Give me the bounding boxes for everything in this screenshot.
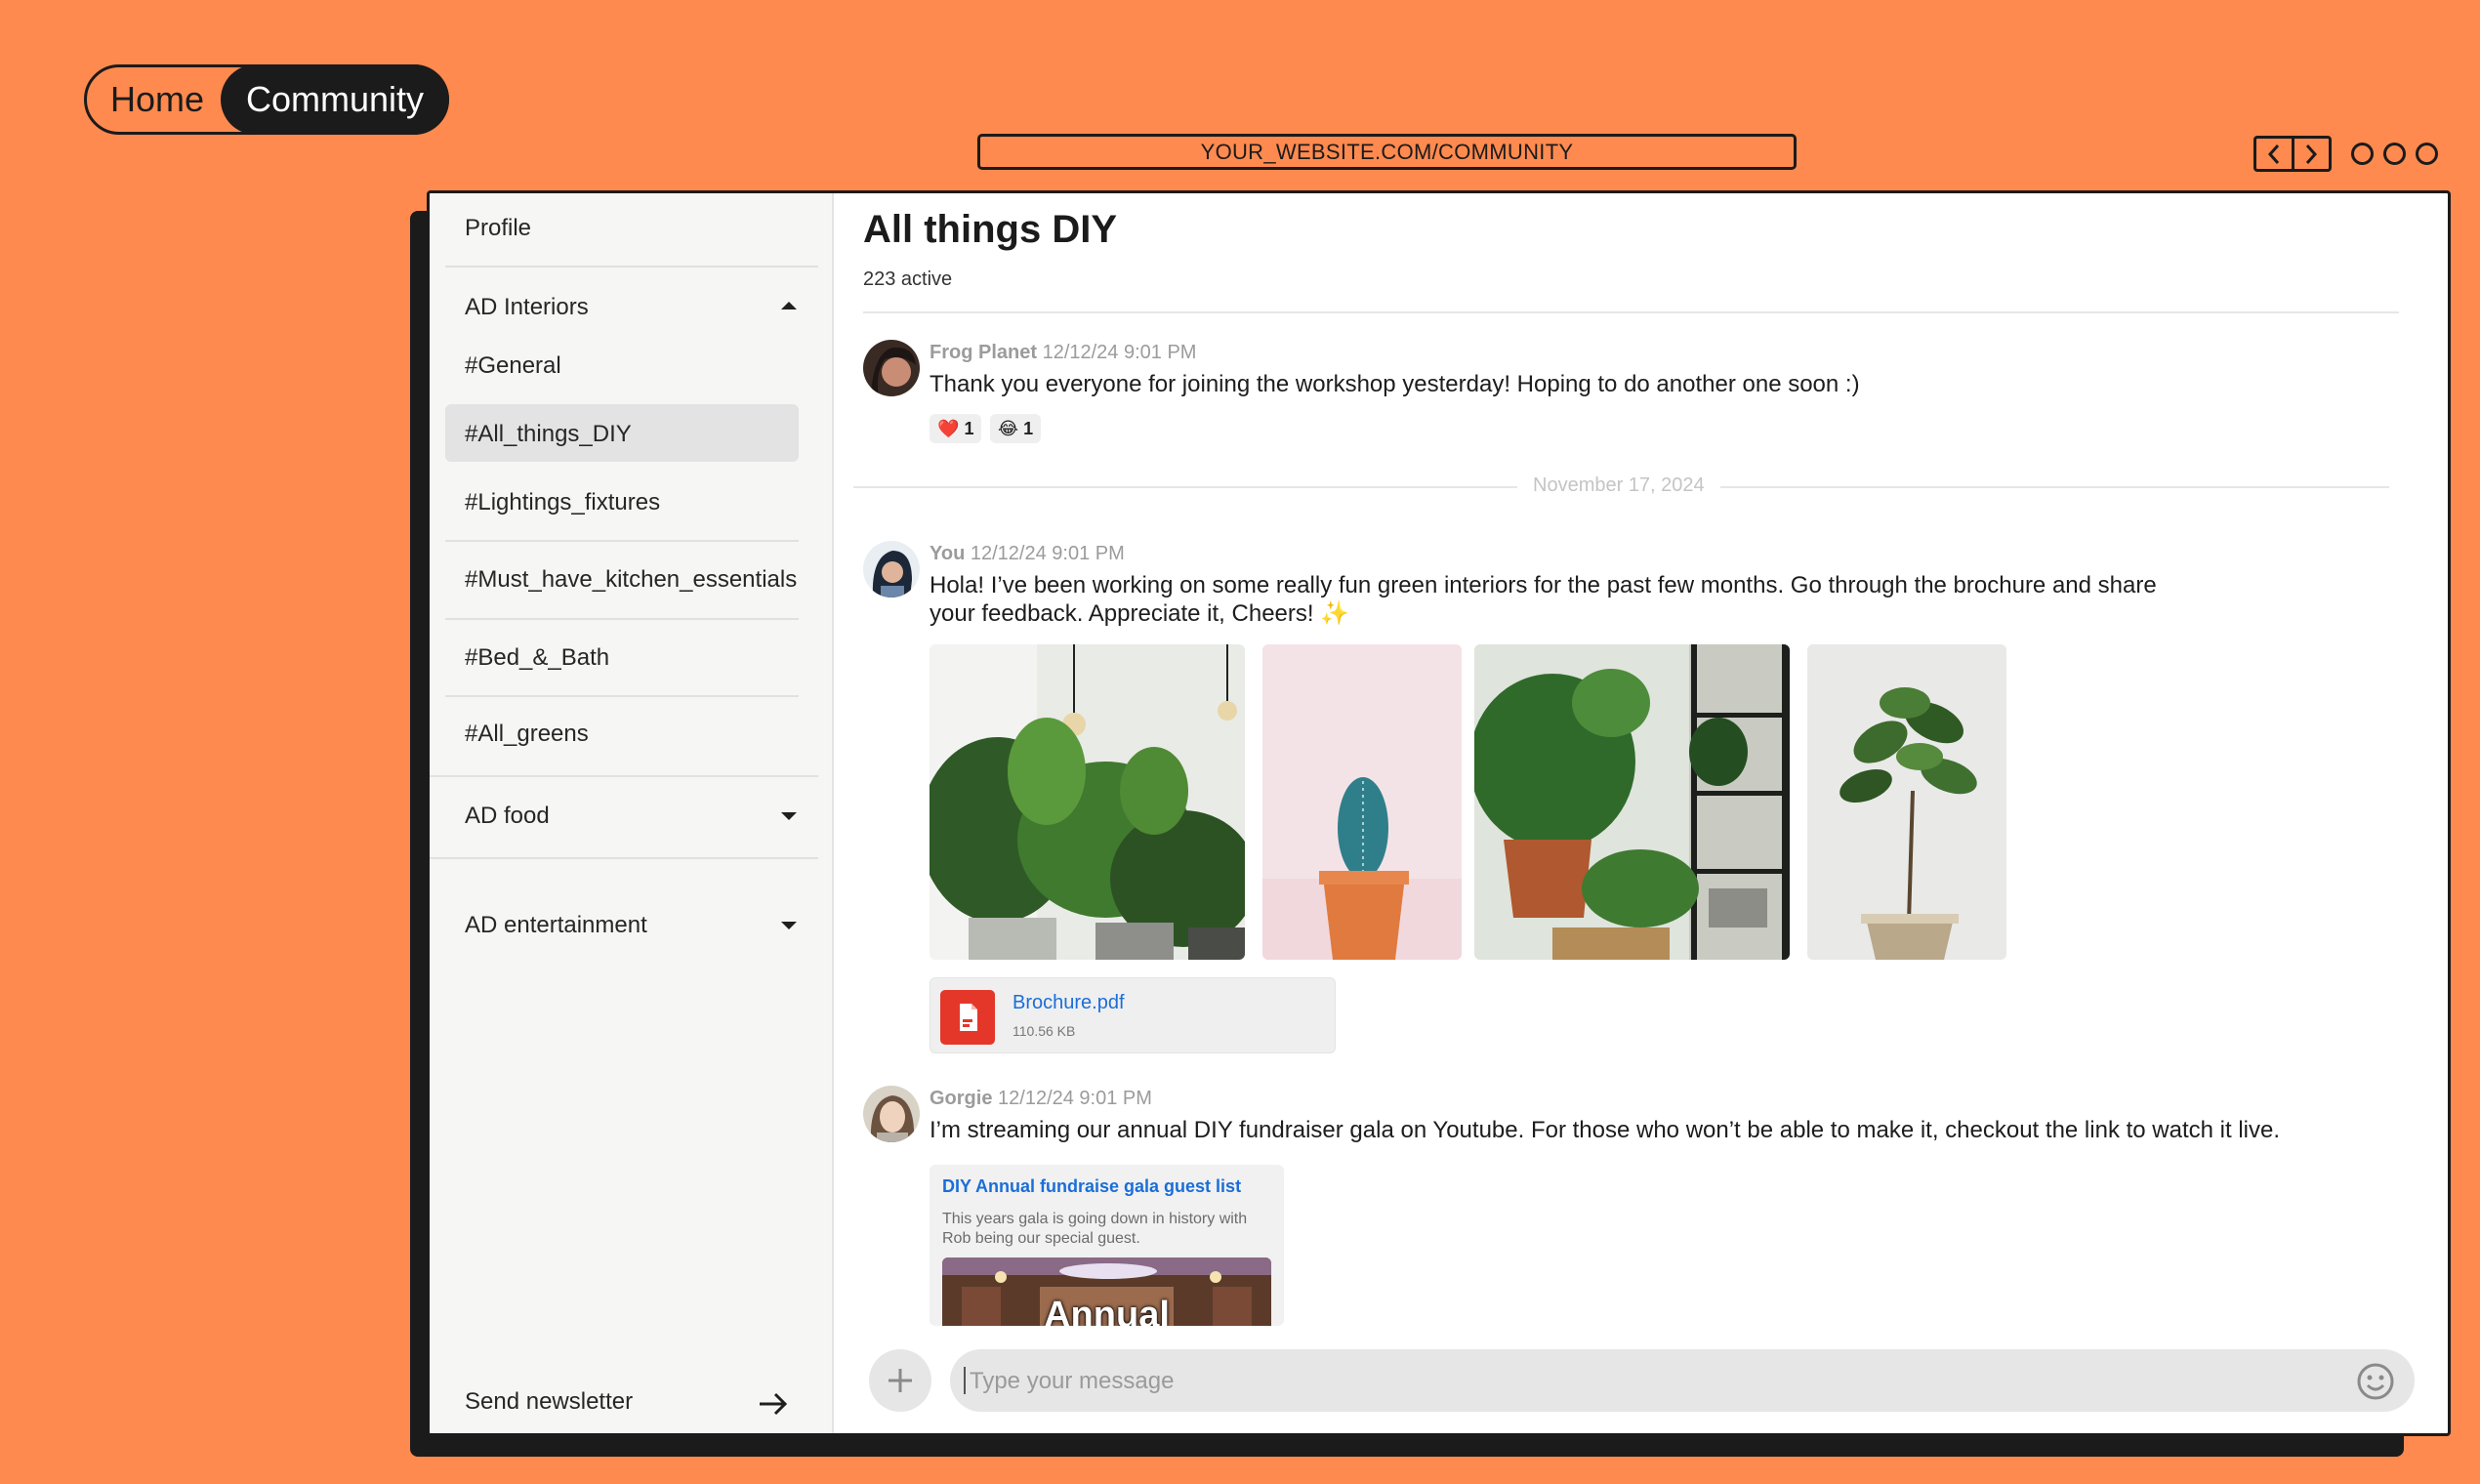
- divider: [430, 857, 818, 859]
- message-text: I’m streaming our annual DIY fundraiser …: [930, 1117, 2280, 1143]
- message-composer: [950, 1349, 2415, 1414]
- window-controls: [2351, 143, 2438, 165]
- window-dot-icon[interactable]: [2383, 143, 2406, 165]
- pdf-file-icon: [940, 990, 995, 1045]
- message-meta: You 12/12/24 9:01 PM: [930, 543, 1125, 565]
- link-preview-card[interactable]: DIY Annual fundraise gala guest list Thi…: [930, 1165, 1284, 1326]
- sidebar-profile[interactable]: Profile: [465, 215, 531, 242]
- chevron-up-icon[interactable]: [781, 302, 797, 309]
- url-bar[interactable]: YOUR_WEBSITE.COM/COMMUNITY: [977, 134, 1797, 170]
- divider: [445, 618, 799, 620]
- message-timestamp: 12/12/24 9:01 PM: [998, 1088, 1152, 1109]
- message-author[interactable]: You: [930, 543, 965, 564]
- message-timestamp: 12/12/24 9:01 PM: [970, 543, 1125, 564]
- reaction-laugh[interactable]: 😂 1: [990, 414, 1042, 443]
- message-meta: Frog Planet 12/12/24 9:01 PM: [930, 342, 1196, 364]
- image-thumbnail[interactable]: [1474, 644, 1790, 960]
- sidebar-item-all-things-diy[interactable]: #All_things_DIY: [465, 421, 632, 448]
- plus-icon: [889, 1369, 912, 1392]
- sidebar-group-ad-interiors[interactable]: AD Interiors: [465, 294, 589, 321]
- link-preview-image[interactable]: Annual: [942, 1257, 1271, 1326]
- add-attachment-button[interactable]: [869, 1349, 931, 1412]
- image-thumbnail[interactable]: [1262, 644, 1462, 960]
- reaction-count: 1: [964, 419, 974, 438]
- fig-tree-photo: [1807, 644, 2006, 960]
- chevron-right-icon: [2306, 144, 2318, 164]
- divider: [445, 695, 799, 697]
- message-meta: Gorgie 12/12/24 9:01 PM: [930, 1088, 1152, 1110]
- message-timestamp: 12/12/24 9:01 PM: [1042, 342, 1197, 363]
- divider: [445, 540, 799, 542]
- send-newsletter[interactable]: Send newsletter: [465, 1388, 633, 1416]
- window-dot-icon[interactable]: [2351, 143, 2374, 165]
- reaction-count: 1: [1023, 419, 1034, 438]
- chevron-left-icon: [2267, 144, 2279, 164]
- link-preview-title[interactable]: DIY Annual fundraise gala guest list: [942, 1176, 1241, 1197]
- divider: [430, 775, 818, 777]
- avatar[interactable]: [863, 541, 920, 598]
- message-author[interactable]: Gorgie: [930, 1088, 992, 1109]
- sidebar-item-bed-bath[interactable]: #Bed_&_Bath: [465, 644, 609, 672]
- reaction-heart[interactable]: ❤️ 1: [930, 414, 982, 443]
- chevron-down-icon[interactable]: [781, 922, 797, 929]
- sidebar-group-ad-entertainment[interactable]: AD entertainment: [465, 912, 647, 939]
- message-text: Hola! I’ve been working on some really f…: [930, 572, 2157, 627]
- message-author[interactable]: Frog Planet: [930, 342, 1037, 363]
- file-attachment[interactable]: Brochure.pdf 110.56 KB: [930, 977, 1336, 1053]
- gala-image-title: Annual: [1044, 1295, 1170, 1326]
- avatar-gorgie: [863, 1086, 920, 1142]
- arrow-right-icon[interactable]: [758, 1390, 789, 1418]
- window-dot-icon[interactable]: [2416, 143, 2438, 165]
- chevron-down-icon[interactable]: [781, 812, 797, 820]
- sidebar: Profile AD Interiors #General #All_thing…: [430, 193, 834, 1433]
- link-preview-description: This years gala is going down in history…: [942, 1211, 1248, 1247]
- active-count: 223 active: [863, 268, 953, 290]
- date-separator: November 17, 2024: [1517, 474, 1720, 497]
- avatar-frog-planet: [863, 340, 920, 396]
- avatar[interactable]: [863, 1086, 920, 1142]
- nav-home[interactable]: Home: [110, 67, 204, 132]
- nav-community[interactable]: Community: [221, 64, 449, 135]
- divider: [445, 266, 818, 268]
- chat-main: All things DIY 223 active Frog Planet 12…: [834, 193, 2448, 1433]
- emoji-icon[interactable]: [2356, 1362, 2395, 1401]
- cactus-photo: [1262, 644, 1462, 960]
- avatar-you: [863, 541, 920, 598]
- file-size: 110.56 KB: [1013, 1023, 1076, 1039]
- heart-icon: ❤️: [937, 419, 960, 438]
- sidebar-item-lightings-fixtures[interactable]: #Lightings_fixtures: [465, 489, 660, 516]
- message-input[interactable]: [968, 1349, 2319, 1414]
- sidebar-item-kitchen-essentials[interactable]: #Must_have_kitchen_essentials: [465, 566, 797, 594]
- forward-button[interactable]: [2291, 139, 2330, 169]
- channel-title: All things DIY: [863, 208, 1117, 251]
- message-text: Thank you everyone for joining the works…: [930, 371, 1860, 397]
- image-thumbnail[interactable]: [930, 644, 1245, 960]
- file-name-link[interactable]: Brochure.pdf: [1013, 992, 1125, 1014]
- shelf-plants-photo: [1474, 644, 1790, 960]
- divider: [863, 311, 2399, 313]
- avatar[interactable]: [863, 340, 920, 396]
- sidebar-item-all-greens[interactable]: #All_greens: [465, 721, 589, 748]
- browser-nav-arrows: [2253, 136, 2332, 172]
- text-caret: [964, 1367, 966, 1394]
- plants-photo: [930, 644, 1245, 960]
- laugh-icon: 😂: [998, 419, 1019, 438]
- sidebar-item-general[interactable]: #General: [465, 352, 561, 380]
- back-button[interactable]: [2256, 139, 2292, 169]
- image-thumbnail[interactable]: [1807, 644, 2006, 960]
- app-window: Profile AD Interiors #General #All_thing…: [427, 190, 2451, 1436]
- sidebar-group-ad-food[interactable]: AD food: [465, 803, 550, 830]
- top-nav: Home Community: [84, 64, 449, 135]
